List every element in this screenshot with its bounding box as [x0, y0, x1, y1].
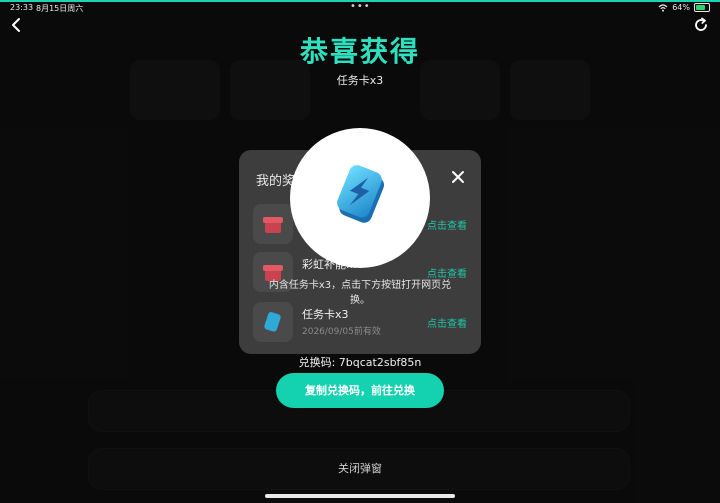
view-link[interactable]: 点击查看 [427, 315, 467, 330]
status-date: 8月15日周六 [36, 4, 84, 13]
battery-icon [694, 3, 710, 12]
battery-level [696, 5, 705, 10]
view-link[interactable]: 点击查看 [427, 217, 467, 232]
reward-image-circle [290, 128, 430, 268]
home-indicator[interactable] [265, 494, 455, 498]
task-card-icon [337, 165, 385, 223]
item-name: 任务卡x3 [302, 308, 349, 321]
close-icon[interactable] [451, 170, 465, 184]
status-bar: 23:33 8月15日周六 ••• 64% [0, 0, 720, 14]
reward-subtitle: 任务卡x3 [336, 74, 384, 87]
status-right: 64% [658, 3, 710, 12]
more-dots-icon: ••• [350, 1, 371, 12]
reward-description: 内含任务卡x3，点击下方按钮打开网页兑换。 [268, 280, 452, 306]
item-thumbnail [253, 302, 293, 342]
redeem-code: 兑换码: 7bqcat2sbf85n [298, 356, 422, 369]
gift-box-icon [263, 217, 283, 233]
wifi-icon [658, 3, 668, 12]
reward-list-item[interactable]: 任务卡x3 2026/09/05前有效 点击查看 [253, 302, 467, 342]
close-popup-button[interactable]: 关闭弹窗 [0, 460, 720, 476]
battery-percent: 64% [672, 3, 690, 12]
status-time: 23:33 [10, 3, 34, 12]
item-thumbnail [253, 204, 293, 244]
task-card-icon [264, 312, 281, 332]
item-date: 2026/09/05前有效 [302, 327, 381, 337]
copy-code-button[interactable]: 复制兑换码，前往兑换 [276, 373, 444, 408]
reward-title: 恭喜获得 [299, 35, 420, 68]
